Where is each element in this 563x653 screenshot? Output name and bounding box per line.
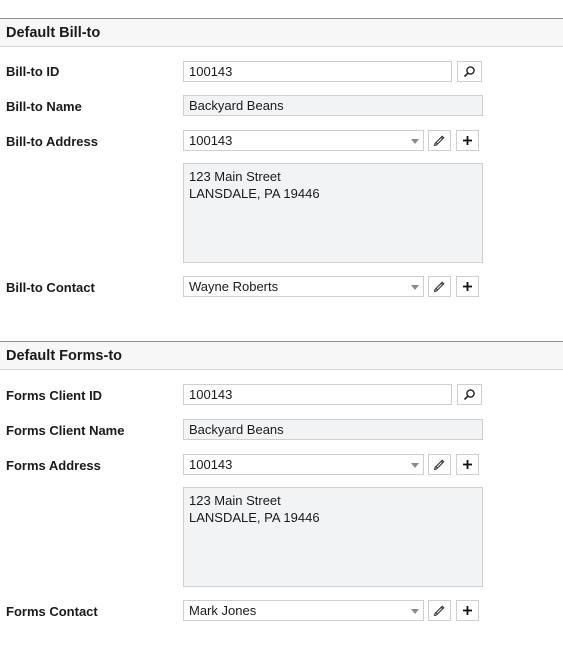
bill-to-id-label: Bill-to ID [6, 64, 60, 79]
bill-to-lookup-button[interactable] [457, 61, 482, 82]
pencil-icon [432, 279, 447, 294]
bill-to-address-select[interactable]: 100143 [183, 130, 424, 151]
bill-to-id-input[interactable]: 100143 [183, 61, 452, 82]
forms-contact-selected: Mark Jones [189, 603, 257, 618]
forms-contact-add-button[interactable] [456, 600, 479, 621]
forms-contact-label: Forms Contact [6, 604, 98, 619]
chevron-down-icon[interactable] [411, 139, 419, 144]
forms-client-id-input[interactable]: 100143 [183, 384, 452, 405]
bill-to-address-line-2: LANSDALE, PA 19446 [189, 186, 320, 201]
plus-icon [462, 459, 473, 470]
forms-to-section-header: Default Forms-to [0, 341, 563, 370]
chevron-down-icon[interactable] [411, 609, 419, 614]
pencil-icon [432, 457, 447, 472]
bill-to-address-selected: 100143 [189, 133, 233, 148]
search-icon [463, 388, 476, 401]
forms-address-selected: 100143 [189, 457, 233, 472]
bill-to-address-label: Bill-to Address [6, 134, 98, 149]
bill-to-contact-edit-button[interactable] [428, 276, 451, 297]
forms-address-line-2: LANSDALE, PA 19446 [189, 510, 320, 525]
bill-to-address-edit-button[interactable] [428, 130, 451, 151]
bill-to-name-label: Bill-to Name [6, 99, 82, 114]
bill-to-contact-select[interactable]: Wayne Roberts [183, 276, 424, 297]
bill-to-section-header: Default Bill-to [0, 18, 563, 47]
bill-to-address-add-button[interactable] [456, 130, 479, 151]
bill-to-name-field: Backyard Beans [183, 95, 483, 116]
bill-to-contact-add-button[interactable] [456, 276, 479, 297]
forms-client-name-label: Forms Client Name [6, 423, 125, 438]
bill-to-address-display: 123 Main Street LANSDALE, PA 19446 [183, 163, 483, 263]
plus-icon [462, 135, 473, 146]
chevron-down-icon[interactable] [411, 285, 419, 290]
bill-to-section-title: Default Bill-to [6, 25, 101, 41]
pencil-icon [432, 603, 447, 618]
bill-to-contact-label: Bill-to Contact [6, 280, 95, 295]
forms-address-line-1: 123 Main Street [189, 493, 281, 508]
pencil-icon [432, 133, 447, 148]
forms-address-select[interactable]: 100143 [183, 454, 424, 475]
search-icon [463, 65, 476, 78]
forms-client-id-label: Forms Client ID [6, 388, 103, 403]
forms-address-edit-button[interactable] [428, 454, 451, 475]
bill-to-address-line-1: 123 Main Street [189, 169, 281, 184]
forms-contact-edit-button[interactable] [428, 600, 451, 621]
forms-contact-select[interactable]: Mark Jones [183, 600, 424, 621]
bill-to-contact-selected: Wayne Roberts [189, 279, 279, 294]
forms-address-display: 123 Main Street LANSDALE, PA 19446 [183, 487, 483, 587]
forms-to-section-title: Default Forms-to [6, 348, 122, 364]
forms-client-lookup-button[interactable] [457, 384, 482, 405]
forms-address-label: Forms Address [6, 458, 101, 473]
plus-icon [462, 605, 473, 616]
forms-client-name-field: Backyard Beans [183, 419, 483, 440]
plus-icon [462, 281, 473, 292]
forms-address-add-button[interactable] [456, 454, 479, 475]
chevron-down-icon[interactable] [411, 463, 419, 468]
